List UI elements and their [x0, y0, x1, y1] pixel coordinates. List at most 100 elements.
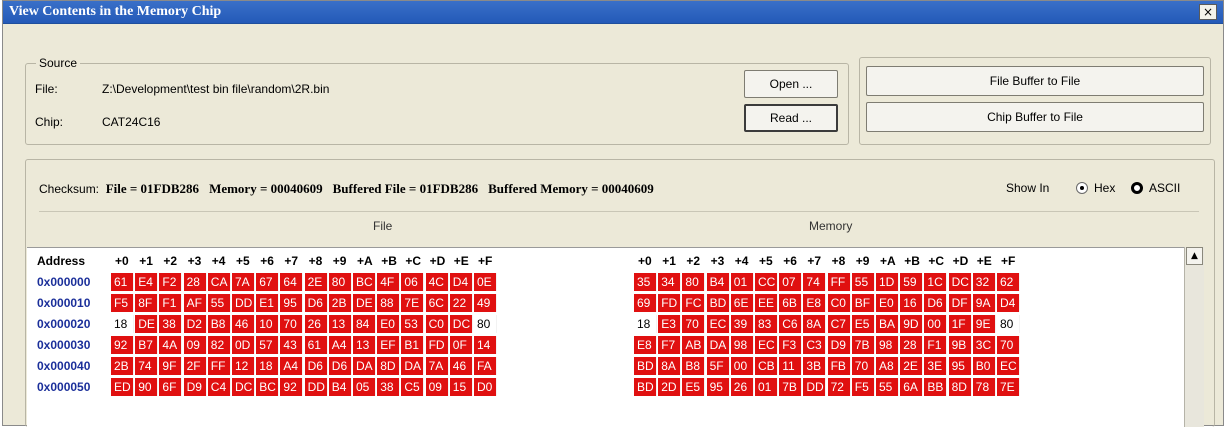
- file-byte-cell[interactable]: 7A: [425, 357, 449, 375]
- file-byte-cell[interactable]: BC: [256, 378, 280, 396]
- file-byte-cell[interactable]: 12: [232, 357, 255, 375]
- file-byte-cell[interactable]: B8: [207, 315, 231, 333]
- file-byte-cell[interactable]: 64: [280, 273, 304, 291]
- scroll-up-arrow-icon[interactable]: ▲: [1186, 247, 1203, 265]
- file-byte-cell[interactable]: BC: [353, 273, 376, 291]
- file-byte-cell[interactable]: 38: [377, 378, 401, 396]
- file-byte-cell[interactable]: DC: [449, 315, 473, 333]
- memory-byte-cell[interactable]: 98: [730, 336, 754, 354]
- file-byte-cell[interactable]: 6F: [159, 378, 183, 396]
- memory-byte-cell[interactable]: 55: [851, 273, 875, 291]
- file-byte-cell[interactable]: CA: [207, 273, 231, 291]
- read-button[interactable]: Read ...: [744, 104, 838, 132]
- file-byte-cell[interactable]: E1: [256, 294, 280, 312]
- memory-byte-cell[interactable]: 69: [634, 294, 657, 312]
- file-byte-cell[interactable]: DA: [401, 357, 425, 375]
- memory-byte-cell[interactable]: 2E: [900, 357, 924, 375]
- file-byte-cell[interactable]: 2F: [183, 357, 207, 375]
- memory-byte-cell[interactable]: 98: [876, 336, 899, 354]
- memory-byte-cell[interactable]: 6B: [779, 294, 803, 312]
- memory-byte-cell[interactable]: 9D: [900, 315, 924, 333]
- file-byte-cell[interactable]: A4: [280, 357, 304, 375]
- file-byte-cell[interactable]: 46: [449, 357, 473, 375]
- memory-byte-cell[interactable]: 9E: [972, 315, 996, 333]
- memory-byte-cell[interactable]: 80: [997, 315, 1020, 333]
- memory-byte-cell[interactable]: EC: [755, 336, 778, 354]
- memory-byte-cell[interactable]: E5: [851, 315, 875, 333]
- memory-byte-cell[interactable]: DD: [803, 378, 827, 396]
- file-byte-cell[interactable]: 6C: [425, 294, 449, 312]
- memory-byte-cell[interactable]: EC: [997, 357, 1020, 375]
- memory-byte-cell[interactable]: C7: [827, 315, 851, 333]
- file-byte-cell[interactable]: 7E: [401, 294, 425, 312]
- file-byte-cell[interactable]: 84: [353, 315, 376, 333]
- memory-byte-cell[interactable]: CB: [755, 357, 778, 375]
- chip-buffer-to-file-button[interactable]: Chip Buffer to File: [866, 102, 1204, 132]
- memory-byte-cell[interactable]: FB: [827, 357, 851, 375]
- memory-byte-cell[interactable]: 62: [997, 273, 1020, 291]
- file-byte-cell[interactable]: C0: [425, 315, 449, 333]
- file-byte-cell[interactable]: 09: [183, 336, 207, 354]
- ascii-radio[interactable]: [1131, 182, 1143, 194]
- memory-byte-cell[interactable]: D6: [924, 294, 948, 312]
- file-byte-cell[interactable]: 49: [474, 294, 497, 312]
- memory-byte-cell[interactable]: 7E: [997, 378, 1020, 396]
- file-byte-cell[interactable]: 28: [183, 273, 207, 291]
- close-button[interactable]: ×: [1199, 4, 1217, 20]
- memory-byte-cell[interactable]: A8: [876, 357, 899, 375]
- memory-byte-cell[interactable]: E8: [634, 336, 657, 354]
- file-byte-cell[interactable]: 74: [135, 357, 159, 375]
- file-byte-cell[interactable]: 13: [353, 336, 376, 354]
- file-byte-cell[interactable]: 9F: [159, 357, 183, 375]
- file-byte-cell[interactable]: C4: [207, 378, 231, 396]
- file-byte-cell[interactable]: F5: [111, 294, 134, 312]
- memory-byte-cell[interactable]: 6A: [900, 378, 924, 396]
- memory-byte-cell[interactable]: BD: [706, 294, 730, 312]
- file-byte-cell[interactable]: C5: [401, 378, 425, 396]
- memory-byte-cell[interactable]: 9B: [948, 336, 972, 354]
- memory-byte-cell[interactable]: F5: [851, 378, 875, 396]
- file-byte-cell[interactable]: 88: [377, 294, 401, 312]
- memory-byte-cell[interactable]: 70: [851, 357, 875, 375]
- memory-byte-cell[interactable]: B4: [706, 273, 730, 291]
- file-byte-cell[interactable]: B1: [401, 336, 425, 354]
- memory-byte-cell[interactable]: D9: [827, 336, 851, 354]
- file-byte-cell[interactable]: 90: [135, 378, 159, 396]
- file-byte-cell[interactable]: 2B: [328, 294, 352, 312]
- memory-byte-cell[interactable]: 7B: [779, 378, 803, 396]
- file-byte-cell[interactable]: D6: [328, 357, 352, 375]
- memory-byte-cell[interactable]: 00: [924, 315, 948, 333]
- memory-byte-cell[interactable]: 8A: [803, 315, 827, 333]
- file-byte-cell[interactable]: 46: [232, 315, 255, 333]
- file-byte-cell[interactable]: 57: [256, 336, 280, 354]
- memory-byte-cell[interactable]: 34: [658, 273, 682, 291]
- memory-byte-cell[interactable]: 78: [972, 378, 996, 396]
- file-byte-cell[interactable]: 80: [474, 315, 497, 333]
- file-byte-cell[interactable]: 82: [207, 336, 231, 354]
- memory-byte-cell[interactable]: FD: [658, 294, 682, 312]
- memory-byte-cell[interactable]: 39: [730, 315, 754, 333]
- memory-byte-cell[interactable]: 35: [634, 273, 657, 291]
- file-byte-cell[interactable]: D4: [449, 273, 473, 291]
- memory-byte-cell[interactable]: E5: [682, 378, 706, 396]
- memory-byte-cell[interactable]: 83: [755, 315, 778, 333]
- file-byte-cell[interactable]: 09: [425, 378, 449, 396]
- file-byte-cell[interactable]: 2B: [111, 357, 134, 375]
- memory-byte-cell[interactable]: 55: [876, 378, 899, 396]
- memory-byte-cell[interactable]: 16: [900, 294, 924, 312]
- ascii-radio-label[interactable]: ASCII: [1149, 181, 1180, 195]
- file-byte-cell[interactable]: 0D: [232, 336, 255, 354]
- file-byte-cell[interactable]: 8F: [135, 294, 159, 312]
- file-byte-cell[interactable]: 95: [280, 294, 304, 312]
- file-byte-cell[interactable]: E0: [377, 315, 401, 333]
- file-byte-cell[interactable]: F1: [159, 294, 183, 312]
- memory-byte-cell[interactable]: 2D: [658, 378, 682, 396]
- file-byte-cell[interactable]: 0E: [474, 273, 497, 291]
- file-byte-cell[interactable]: D6: [304, 294, 328, 312]
- file-byte-cell[interactable]: ED: [111, 378, 134, 396]
- file-byte-cell[interactable]: 14: [474, 336, 497, 354]
- file-byte-cell[interactable]: 92: [280, 378, 304, 396]
- memory-byte-cell[interactable]: 8D: [948, 378, 972, 396]
- memory-byte-cell[interactable]: E8: [803, 294, 827, 312]
- memory-byte-cell[interactable]: 07: [779, 273, 803, 291]
